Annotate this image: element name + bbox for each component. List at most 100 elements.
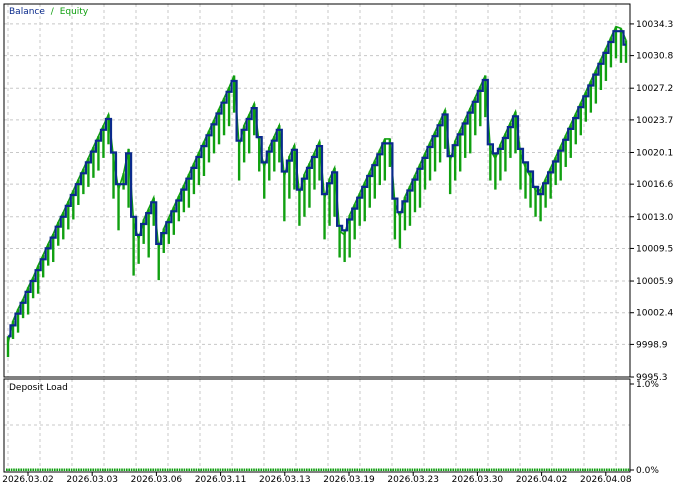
- deposit-load-bar: [517, 468, 519, 471]
- deposit-load-bar: [310, 468, 313, 471]
- deposit-load-bar: [555, 468, 558, 471]
- deposit-load-bar: [178, 468, 181, 471]
- deposit-load-bar: [116, 468, 118, 471]
- deposit-load-bar: [202, 468, 205, 471]
- deposit-load-bar: [260, 468, 262, 471]
- deposit-load-bar: [73, 468, 75, 471]
- deposit-load-bar: [346, 468, 349, 471]
- deposit-load-bar: [145, 468, 147, 471]
- deposit-load-bar: [337, 468, 339, 471]
- deposit-load-bar: [330, 468, 332, 471]
- deposit-load-bar: [128, 468, 130, 471]
- deposit-load-bar: [255, 468, 258, 471]
- legend: Balance / Equity: [9, 7, 89, 17]
- deposit-load-bar: [435, 468, 438, 471]
- deposit-load-bar: [174, 468, 176, 471]
- deposit-load-bar: [613, 468, 615, 471]
- deposit-load-bar: [452, 468, 454, 471]
- deposit-load-bar: [97, 468, 99, 471]
- deposit-load-bar: [78, 468, 80, 471]
- deposit-load-bar: [190, 468, 193, 471]
- deposit-load-bar: [226, 468, 229, 471]
- deposit-load-bar: [577, 468, 579, 471]
- deposit-load-bar: [598, 468, 601, 471]
- deposit-load-bar: [85, 468, 87, 471]
- deposit-load-bar: [80, 468, 82, 471]
- deposit-load-bar: [438, 468, 440, 471]
- deposit-load-bar: [94, 468, 97, 471]
- deposit-load-bar: [488, 468, 490, 471]
- deposit-load-bar: [25, 468, 27, 471]
- deposit-load-bar: [34, 468, 37, 471]
- deposit-load-bar: [493, 468, 495, 471]
- deposit-load-bar: [306, 468, 308, 471]
- deposit-load-bar: [416, 468, 418, 471]
- deposit-load-bar: [22, 468, 25, 471]
- deposit-load-bar: [354, 468, 356, 471]
- deposit-load-bar: [392, 468, 394, 471]
- y-tick-label: 10009.5: [636, 244, 673, 254]
- deposit-load-bar: [27, 468, 30, 471]
- deposit-load-bar: [8, 468, 10, 471]
- deposit-load-bar: [6, 468, 8, 471]
- deposit-load-bar: [430, 468, 433, 471]
- deposit-load-bar: [483, 468, 486, 471]
- deposit-load-bar: [610, 468, 613, 471]
- deposit-load-bar: [596, 468, 598, 471]
- deposit-load-bar: [375, 468, 378, 471]
- deposit-load-bar: [274, 468, 277, 471]
- deposit-load-bar: [378, 468, 380, 471]
- deposit-load-bar: [212, 468, 214, 471]
- deposit-load-bar: [358, 468, 361, 471]
- deposit-load-bar: [382, 468, 385, 471]
- deposit-load-bar: [466, 468, 469, 471]
- x-tick-label: 2026.03.30: [452, 475, 504, 485]
- deposit-load-bar: [61, 468, 63, 471]
- y-tick-label: 10005.9: [636, 277, 673, 287]
- deposit-load-bar: [147, 468, 150, 471]
- deposit-load-bar: [349, 468, 351, 471]
- deposit-load-bar: [459, 468, 462, 471]
- deposit-load-bar: [327, 468, 330, 471]
- deposit-load-bar: [606, 468, 608, 471]
- deposit-load-bar: [428, 468, 430, 471]
- x-tick-label: 2026.03.03: [66, 475, 118, 485]
- deposit-load-bar: [99, 468, 102, 471]
- deposit-load-bar: [243, 468, 246, 471]
- deposit-load-bar: [404, 468, 406, 471]
- deposit-load-bar: [195, 468, 198, 471]
- deposit-load-bar: [267, 468, 270, 471]
- deposit-load-bar: [589, 468, 591, 471]
- deposit-load-bar: [363, 468, 366, 471]
- deposit-load-bar: [474, 468, 476, 471]
- deposit-load-bar: [39, 468, 42, 471]
- deposit-load-bar: [469, 468, 471, 471]
- deposit-load-bar: [536, 468, 538, 471]
- deposit-load-label: Deposit Load: [9, 383, 68, 393]
- deposit-load-bar: [301, 468, 303, 471]
- deposit-load-bar: [399, 468, 402, 471]
- deposit-load-bar: [219, 468, 222, 471]
- deposit-load-bar: [157, 468, 159, 471]
- deposit-load-bar: [574, 468, 577, 471]
- deposit-load-bar: [282, 468, 284, 471]
- deposit-load-bar: [462, 468, 464, 471]
- legend-balance: Balance: [9, 7, 45, 17]
- legend-equity: Equity: [60, 7, 89, 17]
- balance-y-axis: 10034.3 10030.8 10027.2 10023.7 10020.1 10016…: [630, 20, 673, 383]
- deposit-load-bar: [409, 468, 411, 471]
- deposit-load-bar: [262, 468, 265, 471]
- deposit-load-bar: [582, 468, 584, 471]
- x-tick-label: 2026.03.06: [131, 475, 183, 485]
- deposit-load-bar: [620, 468, 622, 471]
- deposit-load-bar: [250, 468, 253, 471]
- deposit-load-bar: [529, 468, 531, 471]
- deposit-load-bar: [104, 468, 106, 471]
- deposit-load-bar: [565, 468, 567, 471]
- deposit-load-bar: [524, 468, 526, 471]
- deposit-load-bar: [229, 468, 231, 471]
- deposit-load-bar: [512, 468, 514, 471]
- deposit-load-bar: [284, 468, 286, 471]
- deposit-load-bar: [140, 468, 142, 471]
- deposit-load-bar: [471, 468, 474, 471]
